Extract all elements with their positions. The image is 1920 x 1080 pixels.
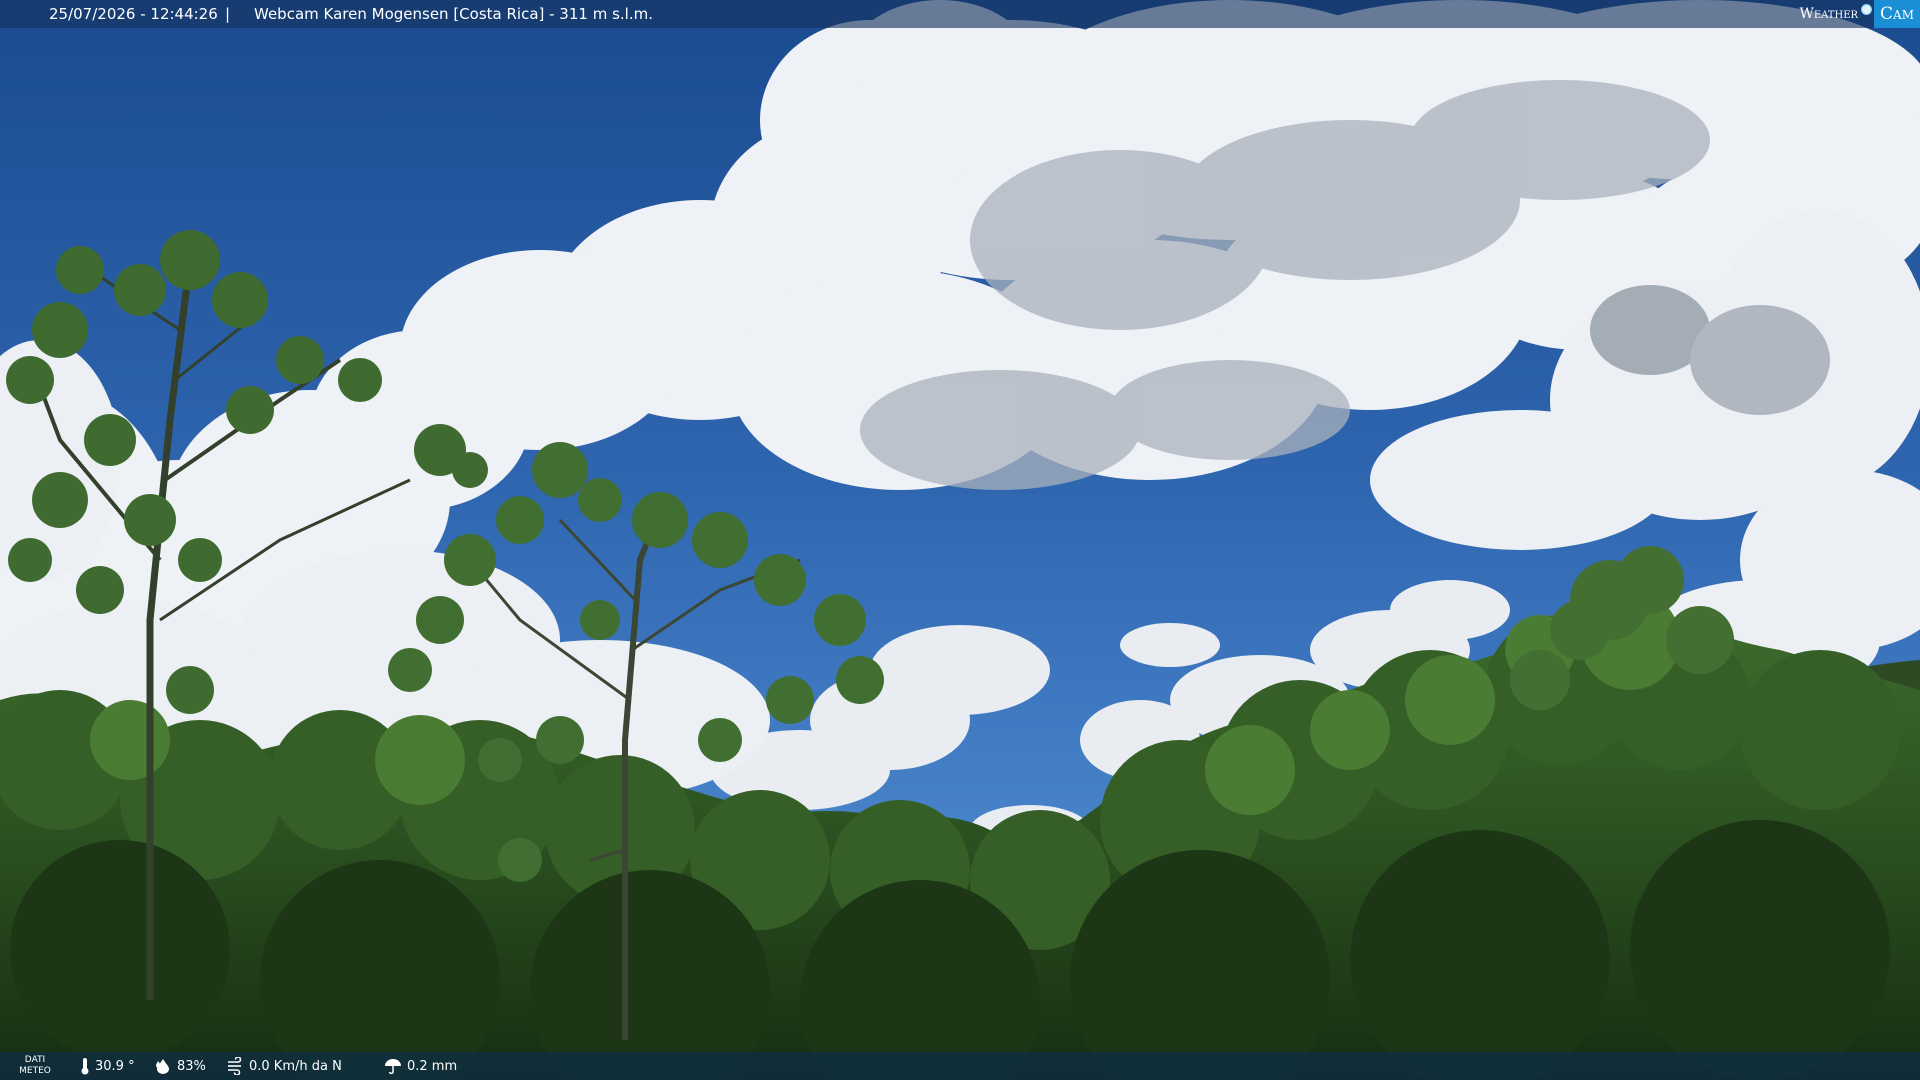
weather-data-bar: DATI METEO 30.9 ° 83% 0.0 Km/h da N 0.2 … — [0, 1052, 1920, 1080]
logo-sun-icon — [1861, 3, 1873, 15]
humidity-icon — [156, 1059, 169, 1074]
wind-icon — [228, 1057, 242, 1075]
thermometer-icon — [81, 1058, 89, 1075]
weathercam-logo: Weather Cam — [1799, 0, 1920, 28]
rain-icon — [385, 1059, 401, 1075]
separator: | — [225, 5, 231, 23]
wind-reading: 0.0 Km/h da N — [226, 1052, 342, 1080]
temperature-reading: 30.9 ° — [80, 1052, 135, 1080]
weather-data-label: DATI METEO — [19, 1055, 51, 1076]
temperature-value: 30.9 ° — [95, 1058, 135, 1074]
logo-cam-text: Cam — [1874, 0, 1920, 28]
wind-value: 0.0 Km/h da N — [249, 1058, 342, 1074]
humidity-reading: 83% — [154, 1052, 206, 1080]
rain-value: 0.2 mm — [407, 1058, 458, 1074]
logo-weather-text: Weather — [1799, 6, 1859, 22]
webcam-location: Webcam Karen Mogensen [Costa Rica] - 311… — [254, 5, 653, 23]
timestamp: 25/07/2026 - 12:44:26 — [49, 5, 218, 23]
rain-reading: 0.2 mm — [384, 1052, 457, 1080]
webcam-top-bar: 25/07/2026 - 12:44:26 | Webcam Karen Mog… — [0, 0, 1920, 28]
webcam-image — [0, 0, 1920, 1080]
landscape-scene — [0, 0, 1920, 1080]
humidity-value: 83% — [177, 1058, 206, 1074]
